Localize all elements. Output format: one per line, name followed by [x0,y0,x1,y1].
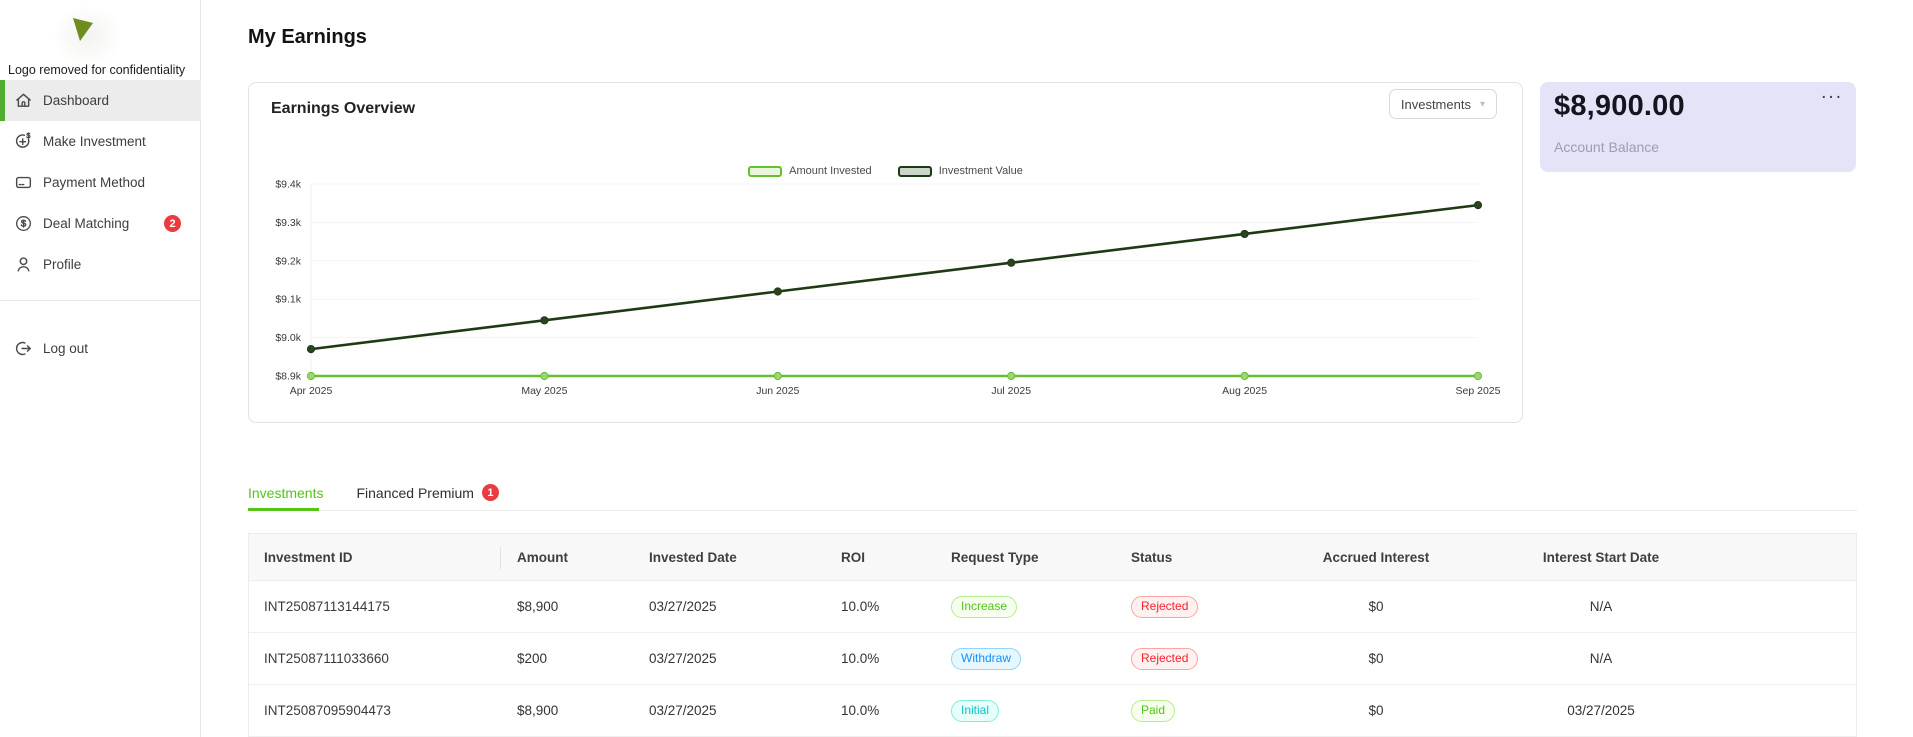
request-type-badge: Increase [951,596,1017,618]
cell-investment-id: INT25087111033660 [249,651,501,666]
svg-text:Apr 2025: Apr 2025 [290,385,333,397]
svg-text:$: $ [21,219,27,230]
column-header-interest-start-date: Interest Start Date [1463,550,1739,565]
status-badge: Rejected [1131,648,1198,670]
cell-amount: $8,900 [501,599,633,614]
sidebar-item-label: Deal Matching [43,216,129,231]
tab-financed-premium-label: Financed Premium [356,485,474,501]
svg-text:$9.0k: $9.0k [275,332,301,344]
cell-request-type: Increase [935,596,1115,618]
logout-icon [14,339,33,358]
svg-text:Aug 2025: Aug 2025 [1222,385,1267,397]
svg-text:$9.2k: $9.2k [275,255,301,267]
column-header-invested-date: Invested Date [633,550,825,565]
table-row: INT25087111033660$20003/27/202510.0% With… [249,633,1856,685]
column-header-roi: ROI [825,550,935,565]
financed-premium-badge: 1 [482,484,499,501]
cell-accrued-interest: $0 [1289,651,1463,666]
sidebar-item-make-investment[interactable]: $ Make Investment [0,121,201,162]
table-row: INT25087095904473$8,90003/27/202510.0%In… [249,685,1856,737]
logo-confidentiality-caption: Logo removed for confidentiality [8,63,185,77]
cell-request-type: Initial [935,700,1115,722]
sidebar-item-payment-method[interactable]: Payment Method [0,162,201,203]
request-type-badge: Initial [951,700,999,722]
cell-status: Rejected [1115,648,1289,670]
table-row: INT25087113144175$8,90003/27/202510.0% In… [249,581,1856,633]
column-header-amount: Amount [501,550,633,565]
logout-button[interactable]: Log out [0,334,201,362]
cell-request-type: Withdraw [935,648,1115,670]
svg-text:$9.4k: $9.4k [275,179,301,191]
column-header-request-type: Request Type [935,550,1115,565]
sidebar-nav: Dashboard $ Make Investment Payment Method $… [0,80,201,285]
company-logo [52,5,122,67]
svg-text:$8.9k: $8.9k [275,371,301,383]
tabs-divider [248,510,1857,511]
investments-table: Investment IDAmountInvested DateROIReque… [248,533,1857,737]
home-icon [14,91,33,110]
sidebar-item-label: Payment Method [43,175,145,190]
sidebar-item-dashboard[interactable]: Dashboard [0,80,201,121]
ellipsis-icon[interactable]: ... [1821,82,1843,104]
notification-badge: 2 [164,215,181,232]
svg-text:$9.3k: $9.3k [275,217,301,229]
credit-card-icon [14,173,33,192]
svg-text:Jul 2025: Jul 2025 [991,385,1031,397]
table-header-row: Investment IDAmountInvested DateROIReque… [249,533,1856,581]
column-header-investment-id: Investment ID [249,550,501,565]
sidebar-divider [0,300,201,301]
request-type-badge: Withdraw [951,648,1021,670]
cell-roi: 10.0% [825,703,935,718]
cell-amount: $8,900 [501,703,633,718]
active-tab-underline [248,508,319,511]
account-balance-card: $8,900.00 ... Account Balance [1540,82,1856,172]
tab-financed-premium[interactable]: Financed Premium 1 [356,484,499,513]
sidebar: Logo removed for confidentiality Dashboa… [0,0,201,737]
column-header-status: Status [1115,550,1289,565]
page-title: My Earnings [248,26,367,49]
cell-invested-date: 03/27/2025 [633,703,825,718]
cell-investment-id: INT25087113144175 [249,599,501,614]
column-header-accrued-interest: Accrued Interest [1289,550,1463,565]
cell-accrued-interest: $0 [1289,599,1463,614]
status-badge: Rejected [1131,596,1198,618]
svg-text:$: $ [26,132,30,140]
cell-status: Rejected [1115,596,1289,618]
svg-text:Sep 2025: Sep 2025 [1456,385,1501,397]
sidebar-item-label: Dashboard [43,93,109,108]
account-balance-label: Account Balance [1554,139,1659,155]
add-investment-icon: $ [14,132,33,151]
logo-mark-icon [52,5,122,67]
svg-text:May 2025: May 2025 [521,385,567,397]
svg-text:$9.1k: $9.1k [275,294,301,306]
sidebar-item-label: Profile [43,257,81,272]
cell-amount: $200 [501,651,633,666]
cell-invested-date: 03/27/2025 [633,651,825,666]
earnings-chart: $8.9k $9.0k $9.1k $9.2k $9.3k $9.4k Apr 2025 Ma… [249,83,1524,424]
sidebar-item-profile[interactable]: Profile [0,244,201,285]
sidebar-item-deal-matching[interactable]: $ Deal Matching 2 [0,203,201,244]
cell-accrued-interest: $0 [1289,703,1463,718]
logout-label: Log out [43,341,88,356]
svg-text:Jun 2025: Jun 2025 [756,385,799,397]
account-balance-amount: $8,900.00 [1554,90,1685,123]
cell-roi: 10.0% [825,651,935,666]
cell-invested-date: 03/27/2025 [633,599,825,614]
tab-investments-label: Investments [248,485,323,501]
table-body: INT25087113144175$8,90003/27/202510.0%In… [249,581,1856,737]
cell-interest-start-date: N/A [1463,651,1739,666]
earnings-overview-card: Earnings Overview Investments ▾ Amount I… [248,82,1523,423]
cell-investment-id: INT25087095904473 [249,703,501,718]
cell-interest-start-date: N/A [1463,599,1739,614]
dollar-circle-icon: $ [14,214,33,233]
cell-roi: 10.0% [825,599,935,614]
cell-status: Paid [1115,700,1289,722]
sidebar-item-label: Make Investment [43,134,146,149]
cell-interest-start-date: 03/27/2025 [1463,703,1739,718]
status-badge: Paid [1131,700,1175,722]
user-icon [14,255,33,274]
